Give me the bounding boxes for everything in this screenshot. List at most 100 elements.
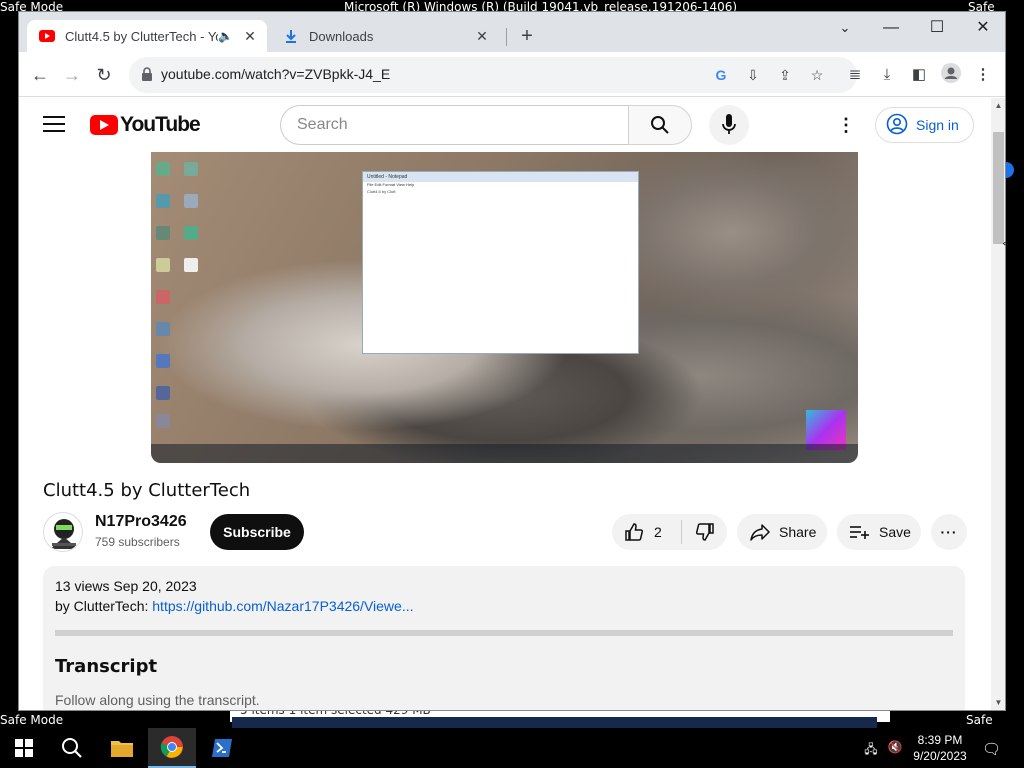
resize-cursor-icon: ⇔ <box>1000 234 1014 250</box>
transcript-subtitle: Follow along using the transcript. <box>55 692 260 708</box>
video-player[interactable]: Untitled - Notepad File Edit Format View… <box>151 152 858 463</box>
back-icon[interactable]: ← <box>27 62 53 88</box>
like-dislike-group: 2 <box>612 514 727 550</box>
description-box[interactable]: 13 views Sep 20, 2023 by ClutterTech: ht… <box>43 566 965 710</box>
thumbs-up-icon <box>625 523 644 541</box>
scrollbar-thumb[interactable] <box>993 132 1004 244</box>
profile-avatar-icon[interactable] <box>939 63 963 87</box>
desktop-icon-3 <box>156 194 170 208</box>
windows-taskbar: 🖧 🔇 8:39 PM 9/20/2023 🗨 <box>0 728 1024 768</box>
google-lens-icon[interactable]: G <box>710 64 732 86</box>
channel-avatar-icon <box>50 519 78 549</box>
chrome-taskbar-button[interactable] <box>148 728 196 768</box>
minimize-icon[interactable]: — <box>868 16 914 40</box>
download-favicon-icon <box>283 28 299 44</box>
tab-close-icon[interactable]: ✕ <box>241 28 259 45</box>
description-link[interactable]: https://github.com/Nazar17P3426/Viewe... <box>152 598 413 614</box>
maximize-icon[interactable]: ☐ <box>914 16 960 40</box>
desktop-icon-11 <box>156 354 170 368</box>
network-icon[interactable]: 🖧 <box>862 740 880 756</box>
safe-mode-label-bottom-left: Safe Mode <box>0 713 64 727</box>
media-controls-icon[interactable]: ≣ <box>843 63 867 87</box>
scroll-down-icon[interactable]: ▼ <box>994 698 1003 707</box>
video-title: Clutt4.5 by ClutterTech <box>43 480 251 501</box>
guide-menu-icon[interactable] <box>43 116 65 134</box>
tab-search-chevron-icon[interactable]: ⌄ <box>822 16 868 40</box>
browser-toolbar: ← → ↻ youtube.com/watch?v=ZVBpkk-J4_E G … <box>19 52 1005 97</box>
search-icon <box>651 116 669 134</box>
share-button[interactable]: Share <box>737 514 827 550</box>
search-icon <box>62 738 82 758</box>
volume-muted-icon[interactable]: 🔇 <box>886 740 904 756</box>
address-bar[interactable]: youtube.com/watch?v=ZVBpkk-J4_E G ⇩ ⇪ ☆ <box>129 57 857 93</box>
sign-in-label: Sign in <box>916 117 959 133</box>
bookmark-star-icon[interactable]: ☆ <box>806 64 828 86</box>
side-panel-edge <box>1006 162 1014 178</box>
views-date: 13 views Sep 20, 2023 <box>55 578 197 594</box>
settings-menu-icon[interactable]: ⋮ <box>834 113 858 137</box>
account-circle-icon <box>886 113 908 138</box>
chrome-menu-icon[interactable]: ⋮ <box>971 63 995 87</box>
subscribe-button[interactable]: Subscribe <box>210 514 304 550</box>
dislike-button[interactable] <box>682 522 727 542</box>
notepad-title: Untitled - Notepad <box>363 172 638 182</box>
start-button[interactable] <box>0 728 48 768</box>
audio-playing-icon[interactable]: 🔈 <box>218 29 233 43</box>
file-explorer-button[interactable] <box>98 728 146 768</box>
description-prefix: by ClutterTech: <box>55 598 153 614</box>
search-button[interactable] <box>628 105 692 145</box>
taskbar-clock[interactable]: 8:39 PM 9/20/2023 <box>905 732 975 764</box>
microphone-icon <box>722 114 736 134</box>
close-window-icon[interactable]: ✕ <box>960 16 1005 40</box>
more-actions-icon[interactable]: ··· <box>931 514 967 550</box>
description-divider <box>55 630 953 636</box>
playlist-add-icon <box>850 526 869 539</box>
action-center-icon[interactable]: 🗨 <box>982 740 1001 758</box>
channel-avatar[interactable] <box>43 512 83 552</box>
taskbar-search-button[interactable] <box>48 728 96 768</box>
url-text[interactable]: youtube.com/watch?v=ZVBpkk-J4_E <box>161 66 390 82</box>
windows-logo-icon <box>15 739 33 757</box>
notepad-text: Clutt4.5 by Clutt <box>367 189 396 194</box>
lock-icon <box>142 67 152 81</box>
desktop-icon-5 <box>156 226 170 240</box>
chrome-icon <box>160 736 183 758</box>
like-count: 2 <box>654 524 662 540</box>
channel-name[interactable]: N17Pro3426 <box>95 513 187 531</box>
desktop-icon-10 <box>156 322 170 336</box>
like-button[interactable]: 2 <box>612 520 682 544</box>
scroll-up-icon[interactable]: ▲ <box>994 101 1003 110</box>
new-tab-icon[interactable]: + <box>515 24 539 48</box>
folder-icon <box>111 741 133 757</box>
save-button[interactable]: Save <box>837 514 921 550</box>
reload-icon[interactable]: ↻ <box>91 62 117 88</box>
desktop-icon-9 <box>156 290 170 304</box>
sign-in-button[interactable]: Sign in <box>875 107 974 143</box>
youtube-page: YouTube Search ⋮ Sign in Untitled - Note… <box>19 98 991 710</box>
description-text: by ClutterTech: https://github.com/Nazar… <box>55 598 414 614</box>
forward-icon[interactable]: → <box>59 62 85 88</box>
transcript-heading: Transcript <box>55 656 158 677</box>
youtube-wordmark: YouTube <box>120 113 201 136</box>
tab-youtube[interactable]: Clutt4.5 by ClutterTech - YouTube 🔈 ✕ <box>27 20 267 52</box>
page-scrollbar[interactable]: ▲ ▼ <box>991 98 1005 710</box>
tab-title: Downloads <box>309 28 374 44</box>
chrome-window: Clutt4.5 by ClutterTech - YouTube 🔈 ✕ Do… <box>18 11 1006 711</box>
tab-downloads[interactable]: Downloads ✕ <box>271 20 499 52</box>
thumbs-down-icon <box>695 523 714 541</box>
search-input[interactable]: Search <box>280 105 628 145</box>
side-panel-icon[interactable]: ◧ <box>907 63 931 87</box>
downloads-icon[interactable]: ⤓ <box>875 63 899 87</box>
voice-search-button[interactable] <box>709 105 749 145</box>
youtube-logo[interactable]: YouTube <box>90 113 201 137</box>
desktop-icon-7 <box>156 258 170 272</box>
desktop-icon-13 <box>156 414 170 428</box>
install-app-icon[interactable]: ⇩ <box>742 64 764 86</box>
youtube-favicon-icon <box>39 28 55 44</box>
clock-date: 9/20/2023 <box>913 749 967 763</box>
video-notepad-window: Untitled - Notepad File Edit Format View… <box>362 171 639 354</box>
tab-close-icon[interactable]: ✕ <box>473 28 491 45</box>
desktop-icon-6 <box>184 226 198 240</box>
share-page-icon[interactable]: ⇪ <box>774 64 796 86</box>
powershell-taskbar-button[interactable] <box>198 728 246 768</box>
